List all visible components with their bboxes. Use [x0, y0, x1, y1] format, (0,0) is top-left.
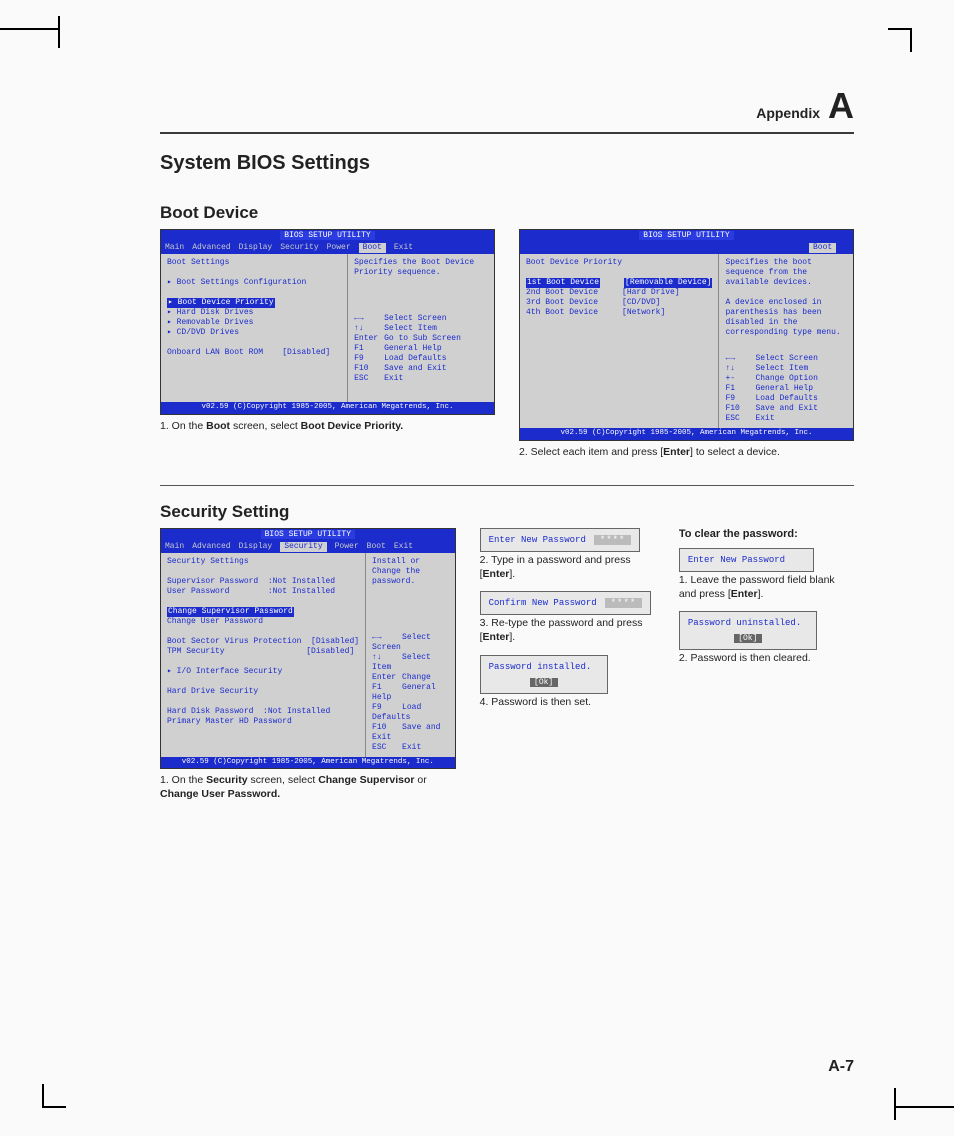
page-content: Appendix A System BIOS Settings Boot Dev… [160, 90, 854, 1076]
bios-security: BIOS SETUP UTILITY Main Advanced Display… [160, 528, 456, 769]
security-row: BIOS SETUP UTILITY Main Advanced Display… [160, 528, 854, 802]
clear-step-2: 2. Password is then cleared. [679, 652, 854, 666]
dialog-password-installed: Password installed. [Ok] [480, 655, 608, 694]
password-set-steps: Enter New Password**** 2. Type in a pass… [480, 528, 655, 802]
clear-step-1: 1. Leave the password field blank and pr… [679, 574, 854, 601]
security-screenshot: BIOS SETUP UTILITY Main Advanced Display… [160, 528, 456, 802]
appendix-label: Appendix [756, 105, 820, 121]
dialog-confirm-password: Confirm New Password**** [480, 591, 652, 615]
boot-screenshot-1: BIOS SETUP UTILITY Main Advanced Display… [160, 229, 495, 459]
bios-title: BIOS SETUP UTILITY [280, 231, 374, 240]
section-heading-boot: Boot Device [160, 203, 854, 223]
page-title: System BIOS Settings [160, 152, 854, 175]
crop-mark [894, 1084, 954, 1108]
boot-screenshot-2: BIOS SETUP UTILITY ..... Boot . Boot Dev… [519, 229, 854, 459]
section-divider [160, 485, 854, 486]
boot-row: BIOS SETUP UTILITY Main Advanced Display… [160, 229, 854, 459]
section-heading-security: Security Setting [160, 502, 854, 522]
dialog-password-uninstalled: Password uninstalled. [Ok] [679, 611, 817, 650]
password-clear-steps: To clear the password: Enter New Passwor… [679, 528, 854, 802]
bios-nav-help: ←→Select Screen ↑↓Select Item EnterGo to… [354, 284, 488, 384]
page-header: Appendix A [160, 90, 854, 122]
dialog-enter-password: Enter New Password**** [480, 528, 641, 552]
bios-menubar: Main Advanced Display Security Power Boo… [161, 242, 494, 254]
step-3: 3. Re-type the password and press [Enter… [480, 617, 655, 644]
boot-caption-1: 1. On the Boot screen, select Boot Devic… [160, 419, 495, 433]
bios-boot-priority: BIOS SETUP UTILITY ..... Boot . Boot Dev… [519, 229, 854, 440]
header-rule [160, 132, 854, 134]
dialog-enter-password-blank: Enter New Password [679, 548, 814, 572]
clear-heading: To clear the password: [679, 528, 854, 540]
step-4: 4. Password is then set. [480, 696, 655, 710]
security-caption-1: 1. On the Security screen, select Change… [160, 773, 456, 801]
step-2: 2. Type in a password and press [Enter]. [480, 554, 655, 581]
document-page: Appendix A System BIOS Settings Boot Dev… [0, 0, 954, 1136]
crop-mark [42, 1084, 66, 1108]
crop-mark [0, 28, 60, 52]
crop-mark [888, 28, 912, 52]
bios-boot-settings: BIOS SETUP UTILITY Main Advanced Display… [160, 229, 495, 414]
boot-caption-2: 2. Select each item and press [Enter] to… [519, 445, 854, 459]
page-number: A-7 [828, 1058, 854, 1076]
appendix-letter: A [828, 90, 854, 122]
